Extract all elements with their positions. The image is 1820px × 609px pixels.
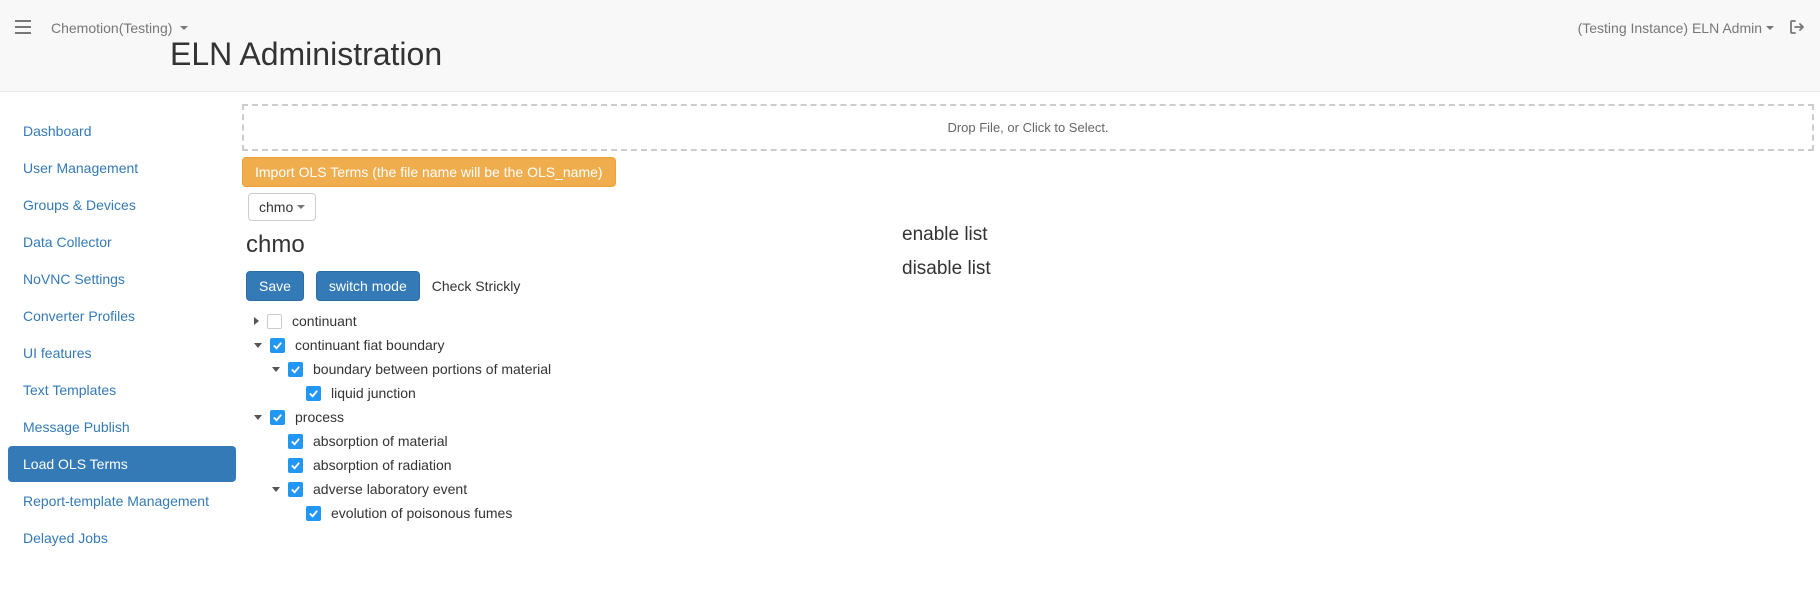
- brand-label: Chemotion(Testing): [51, 20, 172, 36]
- tree-label: boundary between portions of material: [313, 361, 551, 377]
- logout-icon[interactable]: [1789, 19, 1805, 38]
- tree-node: evolution of poisonous fumes: [242, 501, 902, 525]
- ontology-tree: continuant continuant fiat boundary bounda…: [242, 309, 902, 525]
- tree-toggle-expanded-icon[interactable]: [272, 367, 280, 372]
- tree-checkbox[interactable]: [306, 386, 321, 401]
- tree-toggle-expanded-icon[interactable]: [254, 415, 262, 420]
- sidebar-item-text-templates[interactable]: Text Templates: [8, 372, 236, 408]
- tree-checkbox[interactable]: [267, 314, 282, 329]
- tree-label: continuant: [292, 313, 357, 329]
- sidebar: DashboardUser ManagementGroups & Devices…: [0, 92, 236, 577]
- user-label: (Testing Instance) ELN Admin: [1578, 20, 1762, 36]
- save-button[interactable]: Save: [246, 271, 304, 301]
- tree-node: absorption of radiation: [242, 453, 902, 477]
- tree-checkbox[interactable]: [288, 362, 303, 377]
- tree-toggle-expanded-icon[interactable]: [254, 343, 262, 348]
- sidebar-item-dashboard[interactable]: Dashboard: [8, 113, 236, 149]
- check-strictly-label: Check Strickly: [432, 278, 521, 294]
- tree-checkbox[interactable]: [306, 506, 321, 521]
- tree-node: continuant: [242, 309, 902, 333]
- hamburger-icon[interactable]: [15, 20, 31, 37]
- tree-label: liquid junction: [331, 385, 416, 401]
- sidebar-item-delayed-jobs[interactable]: Delayed Jobs: [8, 520, 236, 556]
- caret-down-icon: [180, 26, 188, 30]
- switch-mode-button[interactable]: switch mode: [316, 271, 420, 301]
- tree-toggle-placeholder: [290, 509, 298, 517]
- page-title: ELN Administration: [170, 36, 1820, 73]
- tree-toggle-collapsed-icon[interactable]: [254, 317, 259, 325]
- tree-label: absorption of material: [313, 433, 448, 449]
- dropzone-text: Drop File, or Click to Select.: [947, 120, 1108, 135]
- tree-checkbox[interactable]: [288, 434, 303, 449]
- tree-toggle-expanded-icon[interactable]: [272, 487, 280, 492]
- ontology-selector-dropdown[interactable]: chmo: [248, 193, 316, 221]
- import-ols-button[interactable]: Import OLS Terms (the file name will be …: [242, 157, 616, 187]
- tree-toggle-placeholder: [272, 437, 280, 445]
- sidebar-item-user-management[interactable]: User Management: [8, 150, 236, 186]
- sidebar-item-groups-devices[interactable]: Groups & Devices: [8, 187, 236, 223]
- tree-node: liquid junction: [242, 381, 902, 405]
- caret-down-icon: [1766, 26, 1774, 30]
- tree-checkbox[interactable]: [270, 410, 285, 425]
- tree-label: continuant fiat boundary: [295, 337, 444, 353]
- brand-dropdown[interactable]: Chemotion(Testing): [51, 20, 188, 36]
- caret-down-icon: [297, 205, 305, 209]
- tree-toggle-placeholder: [290, 389, 298, 397]
- tree-label: absorption of radiation: [313, 457, 452, 473]
- main-content: Drop File, or Click to Select. Import OL…: [236, 92, 1820, 577]
- tree-label: adverse laboratory event: [313, 481, 467, 497]
- tree-node: adverse laboratory event: [242, 477, 902, 501]
- tree-checkbox[interactable]: [288, 482, 303, 497]
- file-dropzone[interactable]: Drop File, or Click to Select.: [242, 104, 1814, 151]
- sidebar-item-message-publish[interactable]: Message Publish: [8, 409, 236, 445]
- sidebar-item-novnc-settings[interactable]: NoVNC Settings: [8, 261, 236, 297]
- tree-node: continuant fiat boundary: [242, 333, 902, 357]
- tree-node: boundary between portions of material: [242, 357, 902, 381]
- sidebar-item-converter-profiles[interactable]: Converter Profiles: [8, 298, 236, 334]
- ontology-selector-label: chmo: [259, 199, 293, 215]
- tree-toggle-placeholder: [272, 461, 280, 469]
- tree-label: process: [295, 409, 344, 425]
- enable-list-title: enable list: [902, 224, 991, 246]
- ontology-heading: chmo: [246, 231, 902, 259]
- tree-checkbox[interactable]: [288, 458, 303, 473]
- tree-node: absorption of material: [242, 429, 902, 453]
- sidebar-item-ui-features[interactable]: UI features: [8, 335, 236, 371]
- sidebar-item-load-ols-terms[interactable]: Load OLS Terms: [8, 446, 236, 482]
- tree-checkbox[interactable]: [270, 338, 285, 353]
- disable-list-title: disable list: [902, 258, 991, 280]
- tree-label: evolution of poisonous fumes: [331, 505, 512, 521]
- user-dropdown[interactable]: (Testing Instance) ELN Admin: [1578, 20, 1774, 36]
- sidebar-item-data-collector[interactable]: Data Collector: [8, 224, 236, 260]
- tree-node: process: [242, 405, 902, 429]
- sidebar-item-report-template-management[interactable]: Report-template Management: [8, 483, 236, 519]
